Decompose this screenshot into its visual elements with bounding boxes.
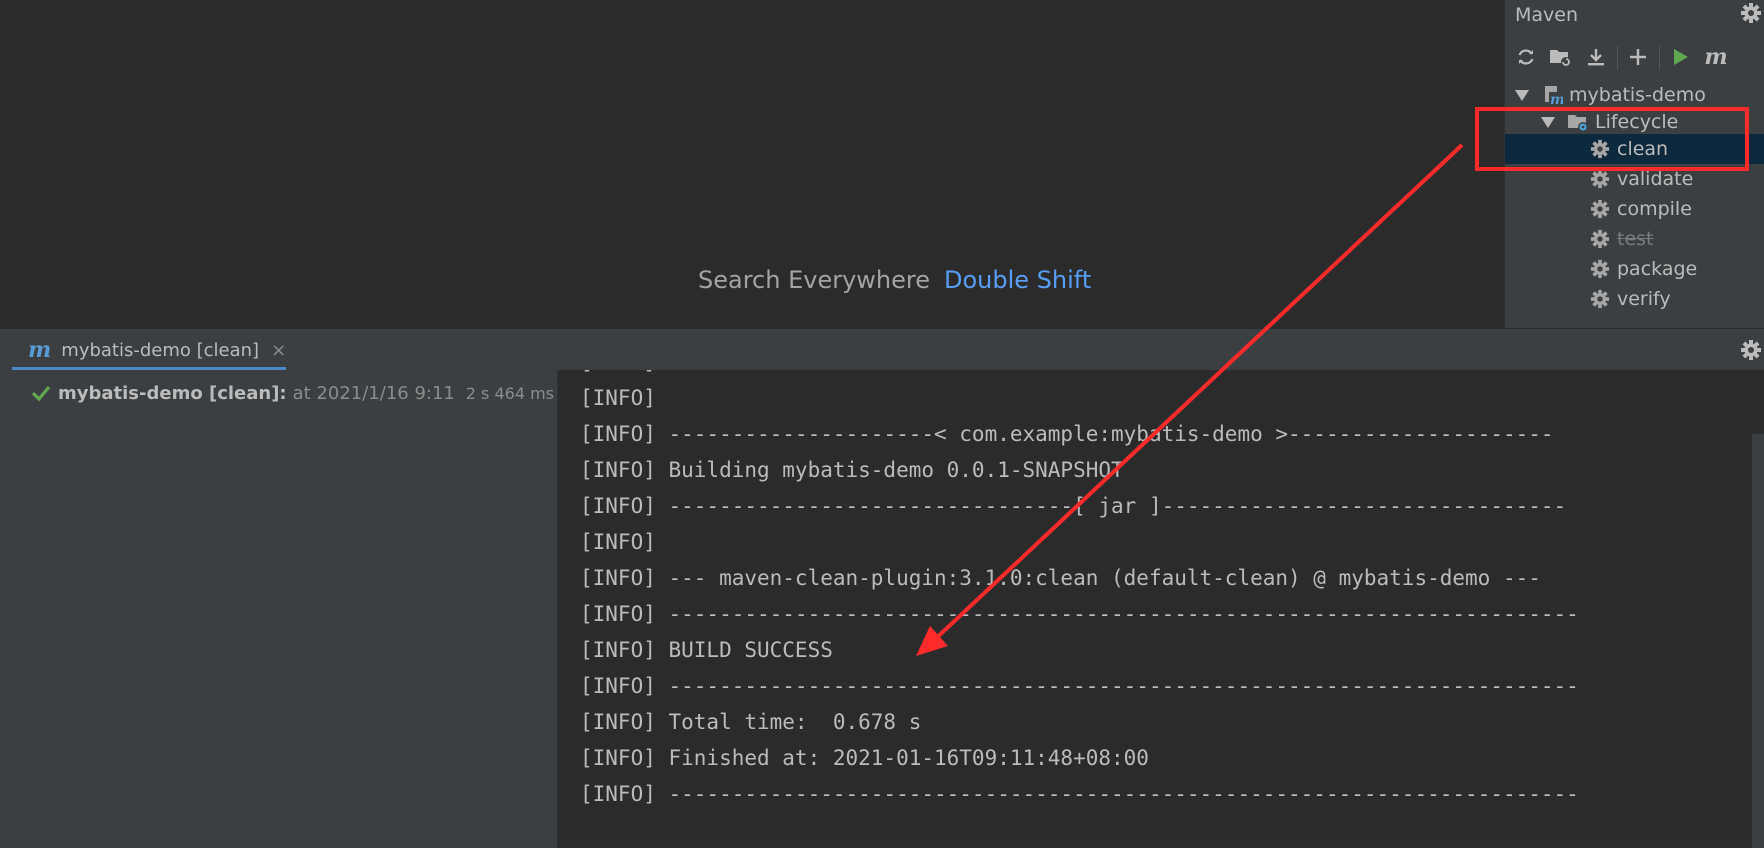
gear-icon <box>1589 228 1611 250</box>
tree-item-phase-compile[interactable]: compile <box>1505 194 1764 224</box>
maven-project-icon: m <box>1541 84 1563 106</box>
gear-icon[interactable] <box>1740 339 1762 361</box>
reload-icon[interactable] <box>1513 44 1539 70</box>
tree-item-label: Lifecycle <box>1595 111 1679 133</box>
maven-m-icon: m <box>28 337 52 363</box>
toolbar-separator <box>1659 46 1660 70</box>
console-line: [INFO] <box>580 530 656 554</box>
console-line: [INFO] ---------------------------------… <box>580 602 1579 626</box>
tree-item-phase-test[interactable]: test <box>1505 224 1764 254</box>
maven-m-icon[interactable]: m <box>1703 44 1729 70</box>
tree-item-label: verify <box>1617 288 1671 310</box>
console-line: [INFO] BUILD SUCCESS <box>580 638 833 662</box>
console-line: [INFO] --- maven-clean-plugin:3.1.0:clea… <box>580 566 1541 590</box>
gear-icon <box>1589 258 1611 280</box>
check-icon <box>30 382 52 404</box>
run-icon[interactable] <box>1667 44 1693 70</box>
tree-item-label: compile <box>1617 198 1692 220</box>
console-line: [INFO] Total time: 0.678 s <box>580 710 922 734</box>
maven-tool-window: Maven m mybatis-demo Lifecycle clean val… <box>1504 0 1764 328</box>
search-everywhere-hint: Search Everywhere Double Shift <box>698 266 1091 294</box>
console-line: [INFO] Building mybatis-demo 0.0.1-SNAPS… <box>580 458 1124 482</box>
run-item-timestamp: at 2021/1/16 9:11 <box>292 382 455 404</box>
lifecycle-folder-icon <box>1567 111 1589 133</box>
maven-title: Maven <box>1515 4 1579 26</box>
tree-item-phase-clean[interactable]: clean <box>1505 134 1764 164</box>
tree-item-lifecycle[interactable]: Lifecycle <box>1505 107 1764 137</box>
run-tab[interactable]: m mybatis-demo [clean] × <box>12 329 286 371</box>
gear-icon <box>1589 198 1611 220</box>
expand-arrow-icon[interactable] <box>1515 89 1529 101</box>
download-icon[interactable] <box>1583 44 1609 70</box>
gear-icon <box>1589 288 1611 310</box>
tree-item-project[interactable]: m mybatis-demo <box>1505 80 1764 110</box>
tree-item-label: clean <box>1617 138 1669 160</box>
tree-item-phase-package[interactable]: package <box>1505 254 1764 284</box>
console-line: [INFO] Finished at: 2021-01-16T09:11:48+… <box>580 746 1149 770</box>
gear-icon <box>1589 138 1611 160</box>
run-tool-window-header: m mybatis-demo [clean] × <box>0 328 1764 371</box>
toolbar-separator <box>1617 46 1618 70</box>
run-item-duration: 2 s 464 ms <box>465 383 554 403</box>
tree-item-phase-verify[interactable]: verify <box>1505 284 1764 314</box>
svg-text:m: m <box>1550 92 1563 106</box>
tree-item-label: test <box>1617 228 1654 250</box>
console-line: [INFO] ---------------------< com.exampl… <box>580 422 1554 446</box>
editor-area[interactable]: Search Everywhere Double Shift <box>0 0 1504 328</box>
console-output[interactable]: [INFO] -------------------------------- [… <box>558 370 1764 848</box>
console-scrollbar[interactable] <box>1752 434 1764 848</box>
console-line: [INFO] --------------------------------[… <box>580 494 1567 518</box>
search-everywhere-label: Search Everywhere <box>698 266 930 294</box>
tree-item-label: package <box>1617 258 1698 280</box>
plus-icon[interactable] <box>1625 44 1651 70</box>
close-icon[interactable]: × <box>271 340 286 361</box>
gear-icon[interactable] <box>1740 2 1762 24</box>
tree-item-label: mybatis-demo <box>1569 84 1706 106</box>
maven-toolbar: m <box>1505 40 1764 74</box>
console-line: [INFO] -------------------------------- <box>580 370 1073 380</box>
tree-item-phase-validate[interactable]: validate <box>1505 164 1764 194</box>
folder-reload-icon[interactable] <box>1547 44 1573 70</box>
run-tree-item[interactable]: mybatis-demo [clean]: at 2021/1/16 9:11 … <box>30 378 556 408</box>
tree-item-label: validate <box>1617 168 1694 190</box>
console-line: [INFO] ---------------------------------… <box>580 674 1579 698</box>
ide-window: Search Everywhere Double Shift Maven m m… <box>0 0 1764 848</box>
expand-arrow-icon[interactable] <box>1541 116 1555 128</box>
search-everywhere-shortcut[interactable]: Double Shift <box>944 266 1091 294</box>
run-tree-panel: mybatis-demo [clean]: at 2021/1/16 9:11 … <box>0 370 558 848</box>
gear-icon <box>1589 168 1611 190</box>
console-line: [INFO] ---------------------------------… <box>580 782 1579 806</box>
run-tab-label: mybatis-demo [clean] <box>61 339 260 361</box>
run-item-name: mybatis-demo [clean]: <box>58 382 287 404</box>
console-line: [INFO] <box>580 386 656 410</box>
